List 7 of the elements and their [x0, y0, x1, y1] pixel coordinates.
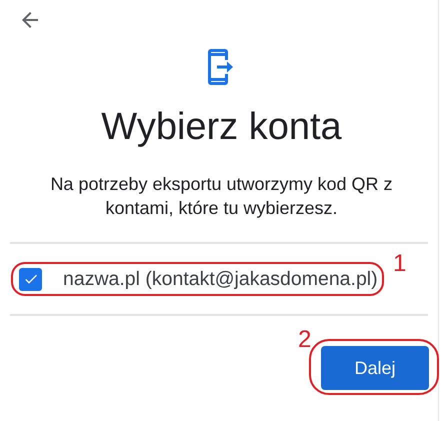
description-text: Na potrzeby eksportu utworzymy kod QR z kontami, które tu wybierzesz. [49, 173, 394, 220]
callout-number: 2 [298, 328, 312, 352]
callout-number: 1 [393, 252, 406, 276]
page-title: Wybierz konta [100, 105, 343, 150]
next-button[interactable]: Dalej [321, 346, 429, 390]
account-label: nazwa.pl (kontakt@jakasdomena.pl) [63, 268, 378, 290]
account-checkbox[interactable] [19, 268, 42, 290]
